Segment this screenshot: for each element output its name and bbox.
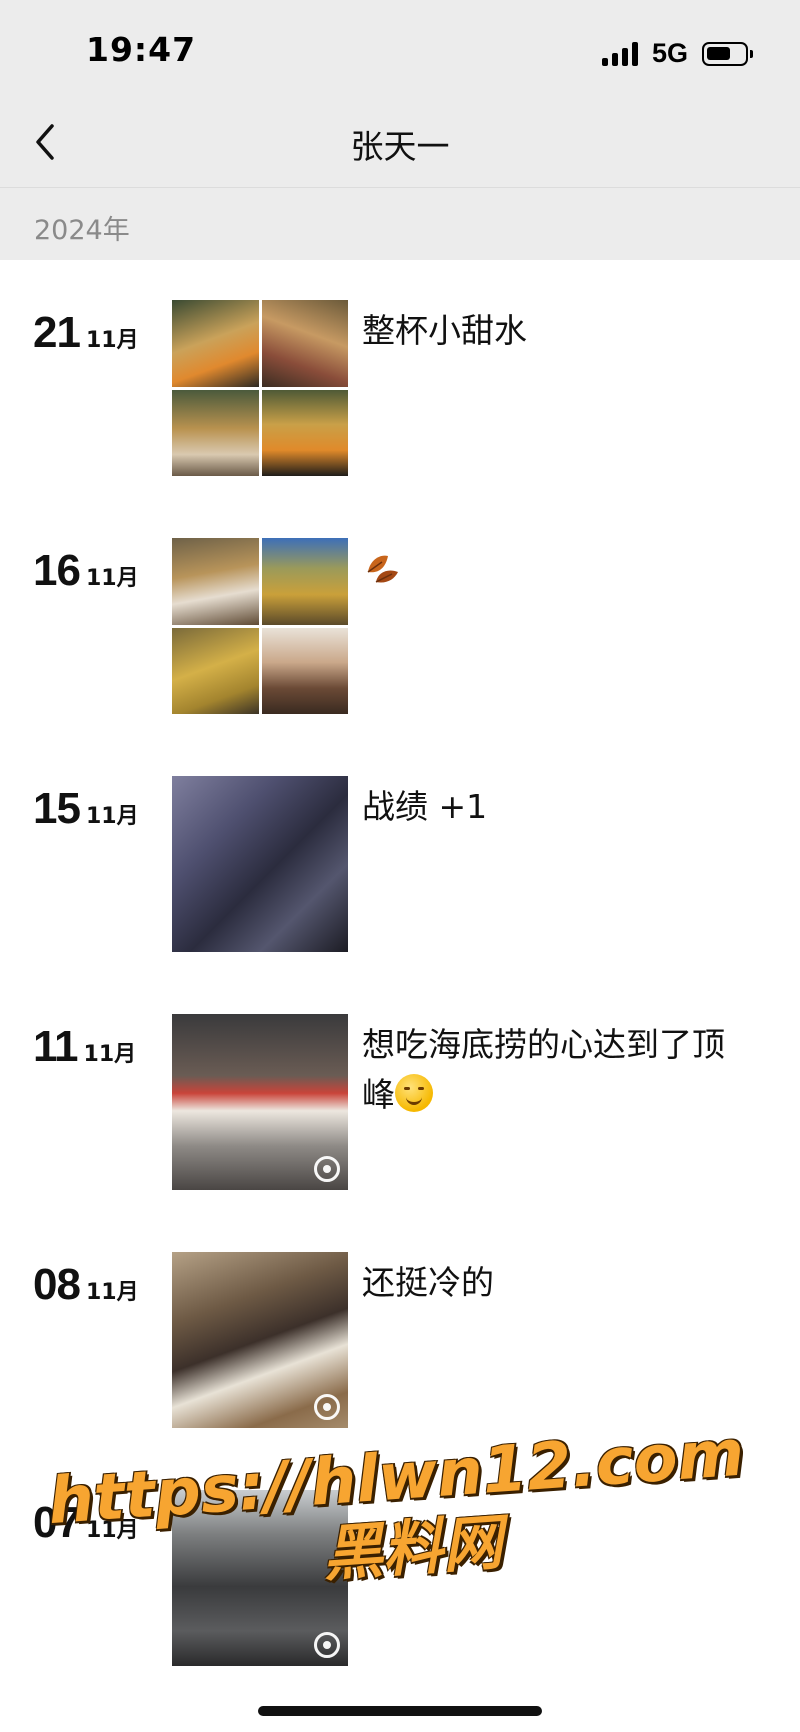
post-date: 15 11月 bbox=[33, 784, 139, 834]
signal-icon bbox=[601, 41, 638, 66]
post-date: 11 11月 bbox=[33, 1022, 136, 1072]
post-caption[interactable] bbox=[362, 544, 742, 594]
post-date: 16 11月 bbox=[33, 546, 139, 596]
page-title: 张天一 bbox=[350, 127, 450, 166]
status-indicators: 5G bbox=[601, 38, 753, 69]
home-indicator[interactable] bbox=[258, 1706, 542, 1716]
moment-post: 08 11月 还挺冷的 bbox=[0, 1252, 800, 1432]
post-day: 08 bbox=[33, 1260, 81, 1309]
post-month: 11月 bbox=[85, 328, 139, 353]
status-time: 19:47 bbox=[86, 30, 197, 69]
photo bbox=[261, 300, 348, 387]
post-caption[interactable]: 还挺冷的 bbox=[362, 1258, 742, 1308]
post-caption[interactable]: 想吃海底捞的心达到了顶峰 bbox=[362, 1020, 742, 1120]
post-thumbnail[interactable] bbox=[172, 538, 348, 714]
live-photo-icon bbox=[314, 1632, 340, 1658]
post-date: 21 11月 bbox=[33, 308, 139, 358]
post-caption[interactable]: 整杯小甜水 bbox=[362, 306, 742, 356]
year-section-header: 2024年 bbox=[0, 188, 800, 260]
post-thumbnail[interactable] bbox=[172, 300, 348, 476]
moment-post: 16 11月 bbox=[0, 538, 800, 718]
year-label: 2024年 bbox=[34, 215, 130, 246]
live-photo-icon bbox=[314, 1394, 340, 1420]
post-day: 15 bbox=[33, 784, 81, 833]
post-thumbnail[interactable] bbox=[172, 1014, 348, 1190]
post-date: 08 11月 bbox=[33, 1260, 139, 1310]
post-month: 11月 bbox=[85, 804, 139, 829]
post-day: 11 bbox=[33, 1022, 79, 1071]
post-thumbnail[interactable] bbox=[172, 1252, 348, 1428]
photo bbox=[172, 627, 259, 714]
post-thumbnail[interactable] bbox=[172, 776, 348, 952]
post-month: 11月 bbox=[85, 1280, 139, 1305]
battery-icon bbox=[702, 41, 753, 66]
post-month: 11月 bbox=[85, 566, 139, 591]
moment-post: 15 11月 战绩 +1 bbox=[0, 776, 800, 956]
post-caption[interactable]: 战绩 +1 bbox=[362, 782, 742, 832]
network-type: 5G bbox=[651, 38, 688, 68]
post-month: 11月 bbox=[83, 1042, 137, 1067]
photo bbox=[261, 538, 348, 625]
photo bbox=[261, 389, 348, 476]
photo bbox=[172, 300, 259, 387]
autumn-leaves-icon bbox=[367, 555, 398, 583]
smiling-face-icon bbox=[395, 1074, 433, 1112]
moment-post: 21 11月 整杯小甜水 bbox=[0, 300, 800, 480]
photo bbox=[172, 538, 259, 625]
post-day: 21 bbox=[33, 308, 81, 357]
post-day: 16 bbox=[33, 546, 81, 595]
photo bbox=[172, 776, 348, 952]
photo bbox=[172, 389, 259, 476]
photo bbox=[261, 627, 348, 714]
moment-post: 11 11月 想吃海底捞的心达到了顶峰 bbox=[0, 1014, 800, 1194]
live-photo-icon bbox=[314, 1156, 340, 1182]
